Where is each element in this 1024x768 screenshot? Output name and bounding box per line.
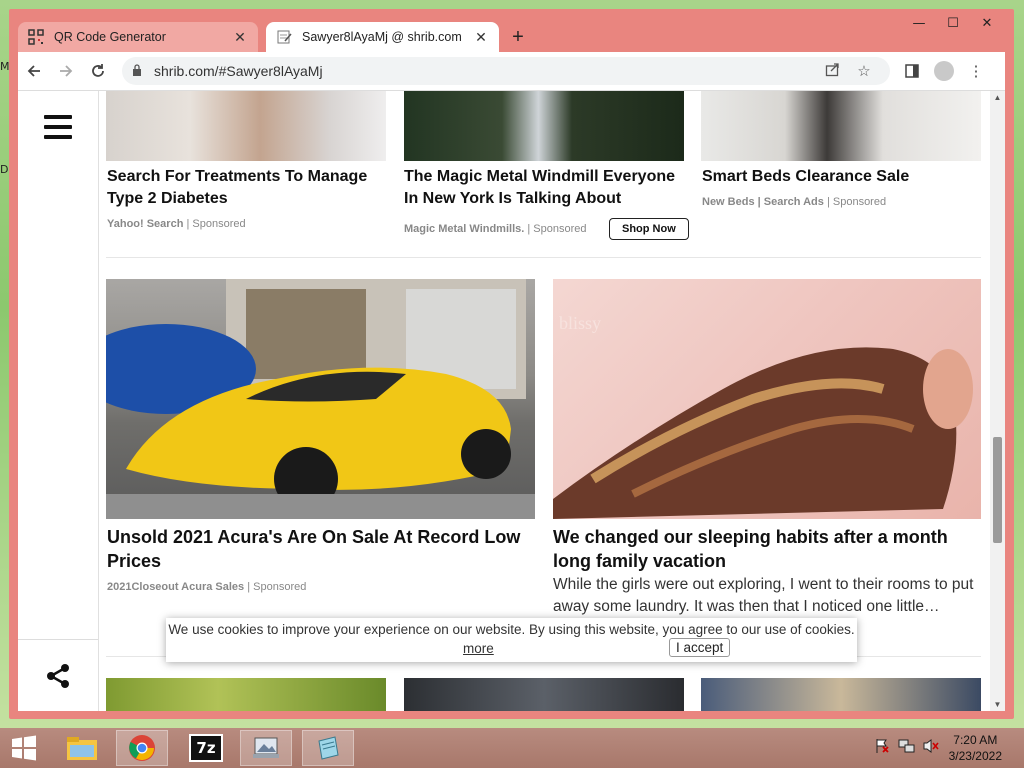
ad-title[interactable]: Search For Treatments To Manage Type 2 D… [107, 166, 382, 210]
scroll-up-arrow-icon[interactable]: ▲ [990, 93, 1005, 102]
folder-icon [67, 737, 97, 760]
bookmark-star-icon[interactable]: ☆ [848, 62, 880, 80]
ad-image-police-car[interactable] [701, 678, 981, 711]
taskbar-file-explorer[interactable] [56, 730, 108, 766]
kebab-menu-icon[interactable]: ⋮ [960, 55, 992, 87]
ad-image-smart-bed[interactable] [701, 91, 981, 161]
ad-title[interactable]: We changed our sleeping habits after a m… [553, 525, 978, 573]
blissy-watermark: blissy [559, 313, 601, 333]
url-text: shrib.com/#Sawyer8lAyaMj [154, 63, 323, 79]
cookie-message: We use cookies to improve your experienc… [168, 622, 855, 637]
network-icon[interactable] [898, 738, 916, 757]
ad-sponsored-label: Sponsored [832, 196, 887, 208]
page-scrollbar[interactable]: ▲ ▼ [990, 91, 1005, 711]
volume-muted-icon[interactable] [922, 738, 940, 757]
chrome-icon [129, 735, 155, 761]
ad-image-acura[interactable] [106, 279, 535, 519]
ad-image-grass[interactable] [106, 678, 386, 711]
scrollbar-thumb[interactable] [993, 437, 1002, 543]
share-page-icon[interactable] [816, 62, 848, 81]
hair-illustration: blissy [553, 313, 973, 519]
ad-source-name: Yahoo! Search [107, 218, 184, 230]
ad-image-sleeping[interactable]: blissy [553, 279, 981, 519]
action-center-flag-icon[interactable] [874, 738, 890, 757]
taskbar-7zip[interactable]: 7z [180, 730, 232, 766]
divider [106, 257, 981, 258]
close-tab-icon[interactable]: ✕ [473, 29, 489, 46]
clock-time: 7:20 AM [953, 733, 998, 747]
ad-source: Magic Metal Windmills. | Sponsored [404, 223, 587, 235]
scroll-down-arrow-icon[interactable]: ▼ [990, 700, 1005, 709]
taskbar-chrome[interactable] [116, 730, 168, 766]
ad-source-name: 2021Closeout Acura Sales [107, 581, 245, 593]
ad-source: Yahoo! Search | Sponsored [107, 218, 246, 230]
ad-source-name: Magic Metal Windmills. [404, 223, 525, 235]
ad-title[interactable]: The Magic Metal Windmill Everyone In New… [404, 166, 684, 210]
forward-arrow-icon[interactable] [50, 55, 82, 87]
browser-toolbar: shrib.com/#Sawyer8lAyaMj ☆ ⋮ [18, 52, 1005, 91]
ad-title[interactable]: Unsold 2021 Acura's Are On Sale At Recor… [107, 525, 532, 573]
ad-sponsored-label: Sponsored [192, 218, 246, 230]
window-controls: — ☐ ✕ [902, 13, 1004, 33]
taskbar-app-image[interactable] [240, 730, 292, 766]
ad-image-diabetes[interactable] [106, 91, 386, 161]
notepad-icon [318, 736, 339, 760]
ad-source-name: New Beds | Search Ads [702, 196, 824, 208]
reload-icon[interactable] [82, 55, 114, 87]
tab-title: Sawyer8lAyaMj @ shrib.com [302, 30, 462, 44]
qr-icon [28, 29, 44, 45]
start-button[interactable] [0, 730, 48, 766]
taskbar-app-notepad[interactable] [302, 730, 354, 766]
cookie-accept-button[interactable]: I accept [669, 638, 731, 657]
hamburger-menu-icon[interactable] [44, 115, 72, 145]
ad-sponsored-label: Sponsored [253, 581, 307, 593]
maximize-button[interactable]: ☐ [936, 13, 970, 33]
ad-title[interactable]: Smart Beds Clearance Sale [702, 166, 977, 188]
close-tab-icon[interactable]: ✕ [232, 29, 248, 46]
tab-strip: QR Code Generator ✕ Sawyer8lAyaMj @ shri… [18, 20, 533, 52]
ad-sponsored-label: Sponsored [533, 223, 587, 235]
car-illustration [106, 279, 535, 519]
side-panel-icon[interactable] [896, 55, 928, 87]
share-icon [47, 664, 69, 688]
share-button[interactable] [18, 639, 98, 711]
tab-shrib[interactable]: Sawyer8lAyaMj @ shrib.com ✕ [266, 22, 499, 52]
image-viewer-icon [253, 737, 279, 758]
new-tab-button[interactable]: + [503, 22, 533, 52]
close-window-button[interactable]: ✕ [970, 13, 1004, 33]
minimize-button[interactable]: — [902, 13, 936, 33]
ad-image-car-interior[interactable] [404, 678, 684, 711]
ad-source: 2021Closeout Acura Sales | Sponsored [107, 581, 307, 593]
system-clock[interactable]: 7:20 AM 3/23/2022 [949, 732, 1002, 764]
desktop-edge-label: D [0, 163, 9, 176]
tab-qr-code-generator[interactable]: QR Code Generator ✕ [18, 22, 258, 52]
ad-image-windmill[interactable] [404, 91, 684, 161]
cookie-more-link[interactable]: more [463, 641, 494, 656]
left-sidebar [18, 91, 99, 711]
ad-description: While the girls were out exploring, I we… [553, 576, 974, 615]
windows-logo-icon [12, 735, 36, 761]
profile-avatar-icon[interactable] [934, 61, 954, 81]
7zip-icon: 7z [189, 734, 223, 762]
lock-icon[interactable] [132, 63, 146, 79]
tab-title: QR Code Generator [54, 30, 166, 44]
note-icon [276, 29, 292, 45]
address-bar[interactable]: shrib.com/#Sawyer8lAyaMj ☆ [122, 57, 890, 85]
windows-taskbar: 7z 7:20 AM 3/23/2022 [0, 728, 1024, 768]
back-arrow-icon[interactable] [18, 55, 50, 87]
clock-date: 3/23/2022 [948, 749, 1002, 763]
ad-source: New Beds | Search Ads | Sponsored [702, 196, 887, 208]
cookie-banner: We use cookies to improve your experienc… [166, 618, 857, 662]
shop-now-button[interactable]: Shop Now [609, 218, 689, 240]
